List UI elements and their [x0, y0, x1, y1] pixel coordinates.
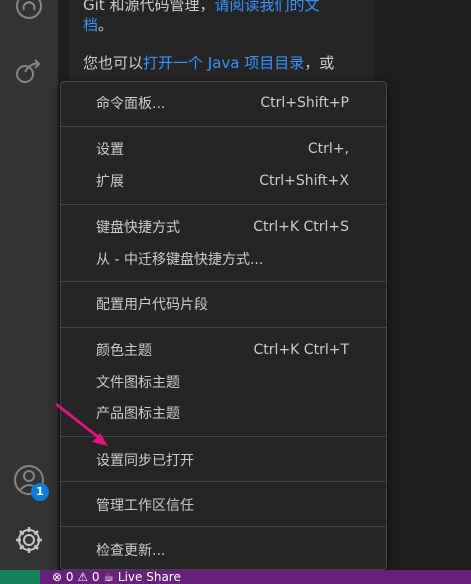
activity-bar: 1: [0, 0, 58, 570]
welcome-text: 您也可以: [83, 54, 144, 72]
menu-item-settings-sync[interactable]: 设置同步已打开: [61, 446, 386, 474]
menu-item-user-snippets[interactable]: 配置用户代码片段: [61, 290, 386, 318]
menu-item-keyboard-shortcuts[interactable]: 键盘快捷方式 Ctrl+K Ctrl+S: [61, 213, 386, 241]
menu-item-check-updates[interactable]: 检查更新...: [61, 536, 386, 564]
accounts-badge: 1: [31, 483, 49, 501]
menu-item-extensions[interactable]: 扩展 Ctrl+Shift+X: [61, 167, 386, 195]
welcome-line-2: 档。: [83, 14, 113, 36]
menu-separator: [61, 204, 386, 205]
menu-item-settings[interactable]: 设置 Ctrl+,: [61, 135, 386, 163]
menu-item-migrate-shortcuts[interactable]: 从 - 中迁移键盘快捷方式...: [61, 245, 386, 273]
menu-separator: [61, 327, 386, 328]
status-bar-text[interactable]: ⊗ 0 ⚠ 0 ☕ Live Share: [52, 570, 181, 584]
docs-link-cont[interactable]: 档: [83, 16, 98, 34]
welcome-line-1: Git 和源代码管理，请阅读我们的文: [83, 0, 319, 16]
welcome-text: ，或: [304, 54, 335, 72]
annotation-arrow-icon: [55, 402, 108, 446]
menu-item-file-icon-theme[interactable]: 文件图标主题: [61, 368, 386, 396]
docs-link[interactable]: 请阅读我们的文: [214, 0, 319, 14]
manage-menu: 命令面板... Ctrl+Shift+P 设置 Ctrl+, 扩展 Ctrl+Shif…: [60, 81, 387, 570]
github-icon[interactable]: [11, 0, 47, 24]
menu-item-workspace-trust[interactable]: 管理工作区信任: [61, 491, 386, 519]
status-bar: ⊗ 0 ⚠ 0 ☕ Live Share: [0, 570, 471, 584]
open-java-project-link[interactable]: 打开一个 Java 项目目录: [143, 54, 304, 72]
menu-separator: [61, 481, 386, 482]
share-icon[interactable]: [11, 52, 47, 88]
menu-separator: [61, 126, 386, 127]
menu-item-color-theme[interactable]: 颜色主题 Ctrl+K Ctrl+T: [61, 336, 386, 364]
menu-separator: [61, 281, 386, 282]
menu-separator: [61, 526, 386, 527]
welcome-text: Git 和源代码管理，: [83, 0, 215, 14]
welcome-line-3: 您也可以打开一个 Java 项目目录，或: [83, 52, 334, 74]
welcome-text: 。: [98, 16, 114, 34]
gear-icon[interactable]: [11, 522, 47, 558]
menu-item-command-palette[interactable]: 命令面板... Ctrl+Shift+P: [61, 89, 386, 117]
remote-indicator[interactable]: [0, 570, 40, 584]
